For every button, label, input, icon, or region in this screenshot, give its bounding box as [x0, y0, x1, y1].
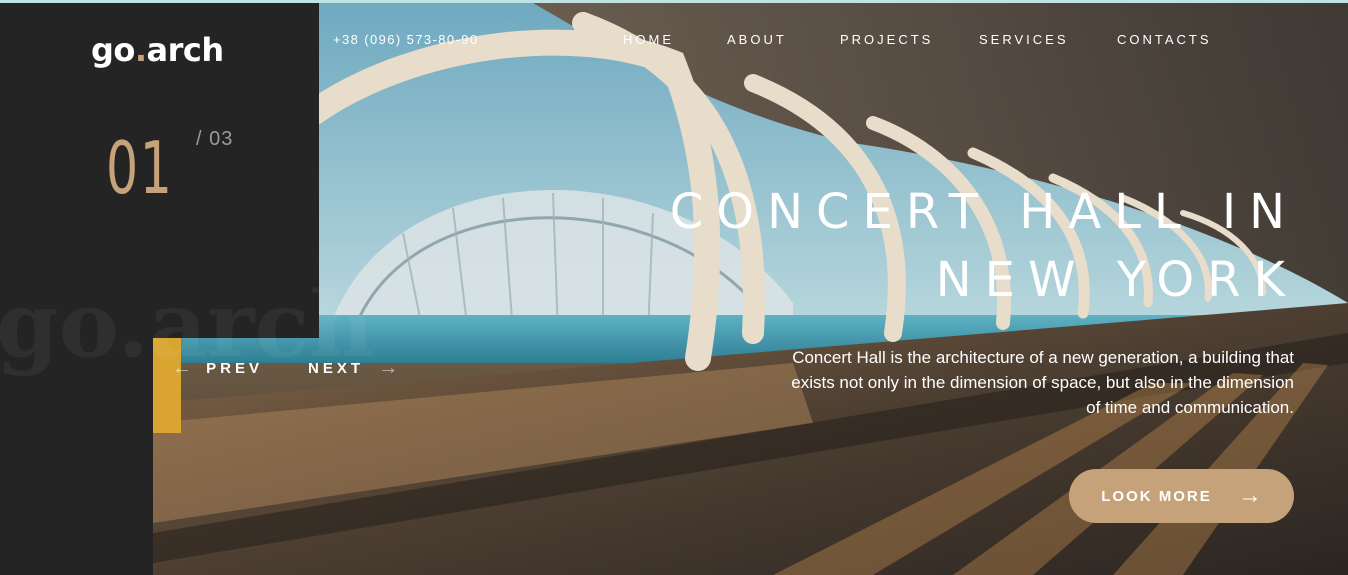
logo[interactable]: go.arch	[91, 31, 224, 69]
logo-text-part1: go	[91, 31, 135, 69]
next-label: NEXT	[308, 360, 365, 377]
slide-current-number: 01	[106, 126, 174, 210]
nav-about[interactable]: ABOUT	[727, 32, 787, 47]
arrow-right-icon: →	[1237, 482, 1262, 509]
phone-number[interactable]: +38 (096) 573-80-90	[333, 32, 479, 47]
look-more-label: LOOK MORE	[1101, 487, 1212, 505]
nav-home[interactable]: HOME	[623, 32, 674, 47]
hero-description: Concert Hall is the architecture of a ne…	[791, 348, 1294, 417]
prev-button[interactable]: ← PREV	[172, 356, 263, 379]
nav-services[interactable]: SERVICES	[979, 32, 1069, 47]
nav-projects[interactable]: PROJECTS	[840, 32, 933, 47]
hero-title: CONCERT HALL IN NEW YORK	[669, 184, 1298, 308]
logo-text-part2: arch	[146, 31, 225, 69]
slide-total-number: / 03	[196, 128, 234, 150]
prev-label: PREV	[206, 360, 264, 377]
nav-contacts[interactable]: CONTACTS	[1117, 32, 1212, 47]
look-more-button[interactable]: LOOK MORE →	[1069, 469, 1294, 523]
arrow-left-icon: ←	[172, 357, 192, 379]
logo-dot: .	[134, 31, 147, 69]
next-button[interactable]: NEXT →	[308, 356, 398, 379]
arrow-right-icon: →	[378, 357, 399, 379]
